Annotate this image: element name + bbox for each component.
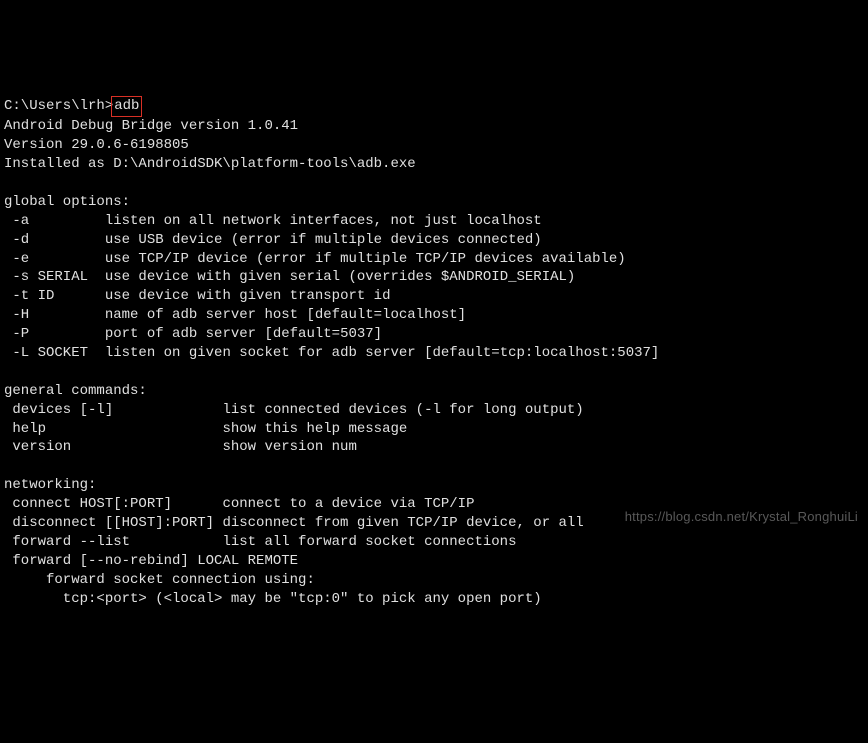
global-opt-flag-2: -e: [4, 251, 105, 267]
global-options-header: global options:: [4, 194, 130, 210]
global-opt-desc-4: use device with given transport id: [105, 288, 391, 304]
gen-cmd-2: version: [4, 439, 222, 455]
global-opt-flag-0: -a: [4, 213, 105, 229]
net-extra-1: tcp:<port> (<local> may be "tcp:0" to pi…: [4, 591, 542, 607]
net-desc-1: disconnect from given TCP/IP device, or …: [222, 515, 583, 531]
gen-cmd-0: devices [-l]: [4, 402, 222, 418]
net-cmd-0: connect HOST[:PORT]: [4, 496, 222, 512]
net-cmd-1: disconnect [[HOST]:PORT]: [4, 515, 222, 531]
global-opt-flag-1: -d: [4, 232, 105, 248]
net-desc-0: connect to a device via TCP/IP: [222, 496, 474, 512]
general-commands-header: general commands:: [4, 383, 147, 399]
gen-cmd-1: help: [4, 421, 222, 437]
version-line-1: Version 29.0.6-6198805: [4, 137, 189, 153]
global-opt-flag-5: -H: [4, 307, 105, 323]
net-desc-2: list all forward socket connections: [222, 534, 516, 550]
global-opt-flag-4: -t ID: [4, 288, 105, 304]
global-opt-flag-6: -P: [4, 326, 105, 342]
net-extra-0: forward socket connection using:: [4, 572, 315, 588]
net-cmd-3: forward [--no-rebind] LOCAL REMOTE: [4, 553, 298, 569]
global-opt-desc-2: use TCP/IP device (error if multiple TCP…: [105, 251, 626, 267]
global-opt-desc-0: listen on all network interfaces, not ju…: [105, 213, 542, 229]
global-opt-desc-6: port of adb server [default=5037]: [105, 326, 382, 342]
global-opt-desc-5: name of adb server host [default=localho…: [105, 307, 466, 323]
gen-desc-2: show version num: [222, 439, 356, 455]
gen-desc-1: show this help message: [222, 421, 407, 437]
version-line-0: Android Debug Bridge version 1.0.41: [4, 118, 298, 134]
gen-desc-0: list connected devices (-l for long outp…: [222, 402, 583, 418]
global-opt-desc-7: listen on given socket for adb server [d…: [105, 345, 660, 361]
highlighted-command: adb: [111, 96, 142, 117]
global-opt-flag-3: -s SERIAL: [4, 269, 105, 285]
global-opt-desc-1: use USB device (error if multiple device…: [105, 232, 542, 248]
watermark-text: https://blog.csdn.net/Krystal_RonghuiLi: [625, 508, 858, 526]
global-opt-flag-7: -L SOCKET: [4, 345, 105, 361]
version-line-2: Installed as D:\AndroidSDK\platform-tool…: [4, 156, 416, 172]
command-text: adb: [114, 98, 139, 114]
prompt-path: C:\Users\lrh>: [4, 98, 113, 114]
terminal-output: C:\Users\lrh>adb Android Debug Bridge ve…: [0, 76, 868, 611]
networking-header: networking:: [4, 477, 96, 493]
net-cmd-2: forward --list: [4, 534, 222, 550]
global-opt-desc-3: use device with given serial (overrides …: [105, 269, 575, 285]
